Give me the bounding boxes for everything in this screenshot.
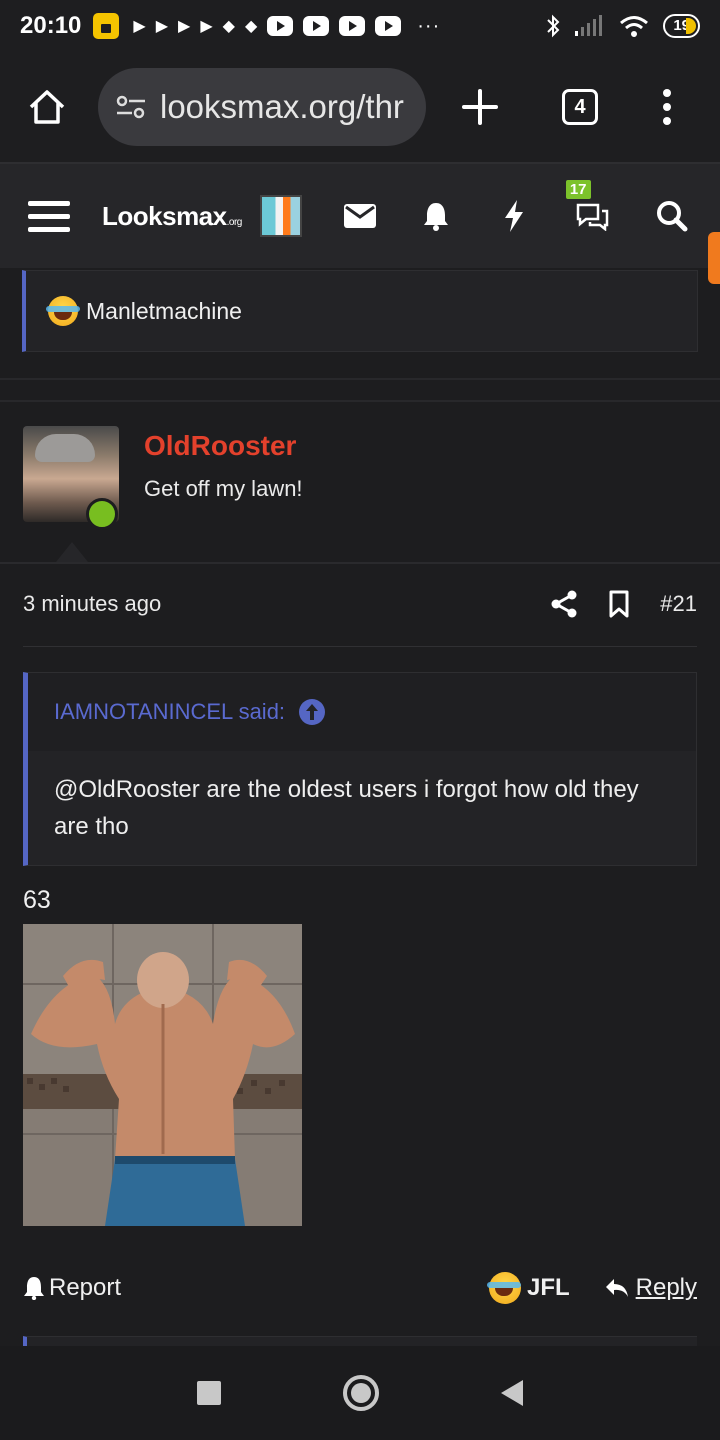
user-avatar[interactable] <box>259 195 302 237</box>
youtube-icon <box>375 16 402 36</box>
quote-text: Manletmachine <box>86 297 242 324</box>
signal-icon <box>575 15 603 36</box>
clock: 20:10 <box>20 12 82 39</box>
reply-button[interactable]: Reply <box>604 1274 697 1302</box>
app-lock-icon <box>93 13 120 39</box>
new-tab-button[interactable] <box>460 87 500 127</box>
status-bar: 20:10 ▶ ▶ ▶ ▶ ◆ ◆ ··· 19 <box>0 0 720 52</box>
recent-apps-button[interactable] <box>197 1381 221 1405</box>
reaction-button[interactable]: JFL <box>486 1272 570 1304</box>
divider <box>0 400 720 402</box>
post-image-attachment[interactable] <box>23 924 302 1226</box>
home-icon <box>29 90 65 124</box>
post-actions: Report JFL Reply <box>23 1268 697 1308</box>
search-button[interactable] <box>652 196 692 236</box>
battery-indicator: 19 <box>663 14 700 38</box>
divider <box>0 378 720 380</box>
system-navigation-bar <box>0 1346 720 1440</box>
go-to-quoted-post-icon[interactable] <box>299 699 326 725</box>
site-logo[interactable]: Looksmax.org <box>102 201 242 232</box>
post-meta-row: 3 minutes ago #21 <box>23 588 697 620</box>
alerts-button[interactable] <box>416 196 456 236</box>
whats-new-button[interactable] <box>494 196 534 236</box>
more-notifications-icon: ··· <box>417 14 441 37</box>
logo-suffix: .org <box>226 216 243 228</box>
divider <box>0 562 720 564</box>
address-bar[interactable]: looksmax.org/thr <box>98 68 426 146</box>
share-icon[interactable] <box>550 590 578 618</box>
inbox-button[interactable] <box>340 196 380 236</box>
report-button[interactable]: Report <box>23 1274 121 1302</box>
quote-block: IAMNOTANINCEL said: @OldRooster are the … <box>23 672 697 866</box>
browser-menu-button[interactable] <box>662 89 672 125</box>
bluetooth-icon <box>547 14 560 38</box>
play-store-icon: ▶ <box>178 18 191 35</box>
mail-icon <box>343 204 376 228</box>
url-text: looksmax.org/thr <box>160 88 404 125</box>
layers-icon: ◆ <box>222 18 235 35</box>
site-settings-icon <box>116 95 145 119</box>
poster-user-title: Get off my lawn! <box>144 476 303 501</box>
youtube-icon <box>267 16 294 36</box>
flexing-back-photo <box>23 924 302 1226</box>
chat-icon <box>576 203 609 231</box>
post-number[interactable]: #21 <box>660 591 697 617</box>
notification-icons: ▶ ▶ ▶ ▶ ◆ ◆ <box>133 16 402 36</box>
scroll-indicator[interactable] <box>708 232 720 284</box>
post-timestamp[interactable]: 3 minutes ago <box>23 591 161 617</box>
back-button[interactable] <box>501 1380 523 1406</box>
laughing-crying-emoji-icon <box>46 296 80 326</box>
search-icon <box>656 201 688 232</box>
play-store-icon: ▶ <box>133 18 146 35</box>
logo-text: Looksmax <box>102 200 227 231</box>
play-store-icon: ▶ <box>155 18 169 35</box>
wifi-icon <box>620 16 649 37</box>
next-post-edge <box>23 1336 697 1346</box>
laughing-crying-emoji-icon <box>486 1272 521 1304</box>
divider <box>23 646 697 647</box>
lightning-icon <box>504 200 523 232</box>
quote-author[interactable]: IAMNOTANINCEL said: <box>54 699 285 725</box>
bell-icon <box>24 1277 44 1300</box>
conversations-button[interactable]: 17 <box>565 180 612 236</box>
reply-label: Reply <box>635 1274 697 1301</box>
quote-body: @OldRooster are the oldest users i forgo… <box>54 776 639 840</box>
reply-arrow-icon <box>605 1279 628 1297</box>
layers-icon: ◆ <box>244 18 258 35</box>
youtube-icon <box>303 16 330 36</box>
quote-header[interactable]: IAMNOTANINCEL said: <box>28 673 696 751</box>
bookmark-icon[interactable] <box>608 590 630 618</box>
report-label: Report <box>49 1274 122 1301</box>
previous-quote-block: Manletmachine <box>22 270 698 352</box>
online-status-indicator <box>86 498 118 530</box>
play-store-icon: ▶ <box>200 18 213 35</box>
youtube-icon <box>339 16 366 36</box>
tab-switcher-button[interactable]: 4 <box>562 89 598 125</box>
site-header: Looksmax.org 17 <box>0 164 720 268</box>
chat-badge: 17 <box>565 180 591 199</box>
hamburger-menu-icon[interactable] <box>28 200 70 232</box>
home-nav-button[interactable] <box>343 1375 379 1411</box>
poster-username[interactable]: OldRooster <box>144 430 296 462</box>
reaction-label: JFL <box>526 1274 570 1301</box>
post-pointer <box>56 542 88 562</box>
home-button[interactable] <box>22 82 72 132</box>
browser-toolbar: looksmax.org/thr 4 <box>0 52 720 162</box>
bell-icon <box>423 203 448 231</box>
post-body-text: 63 <box>23 886 51 914</box>
